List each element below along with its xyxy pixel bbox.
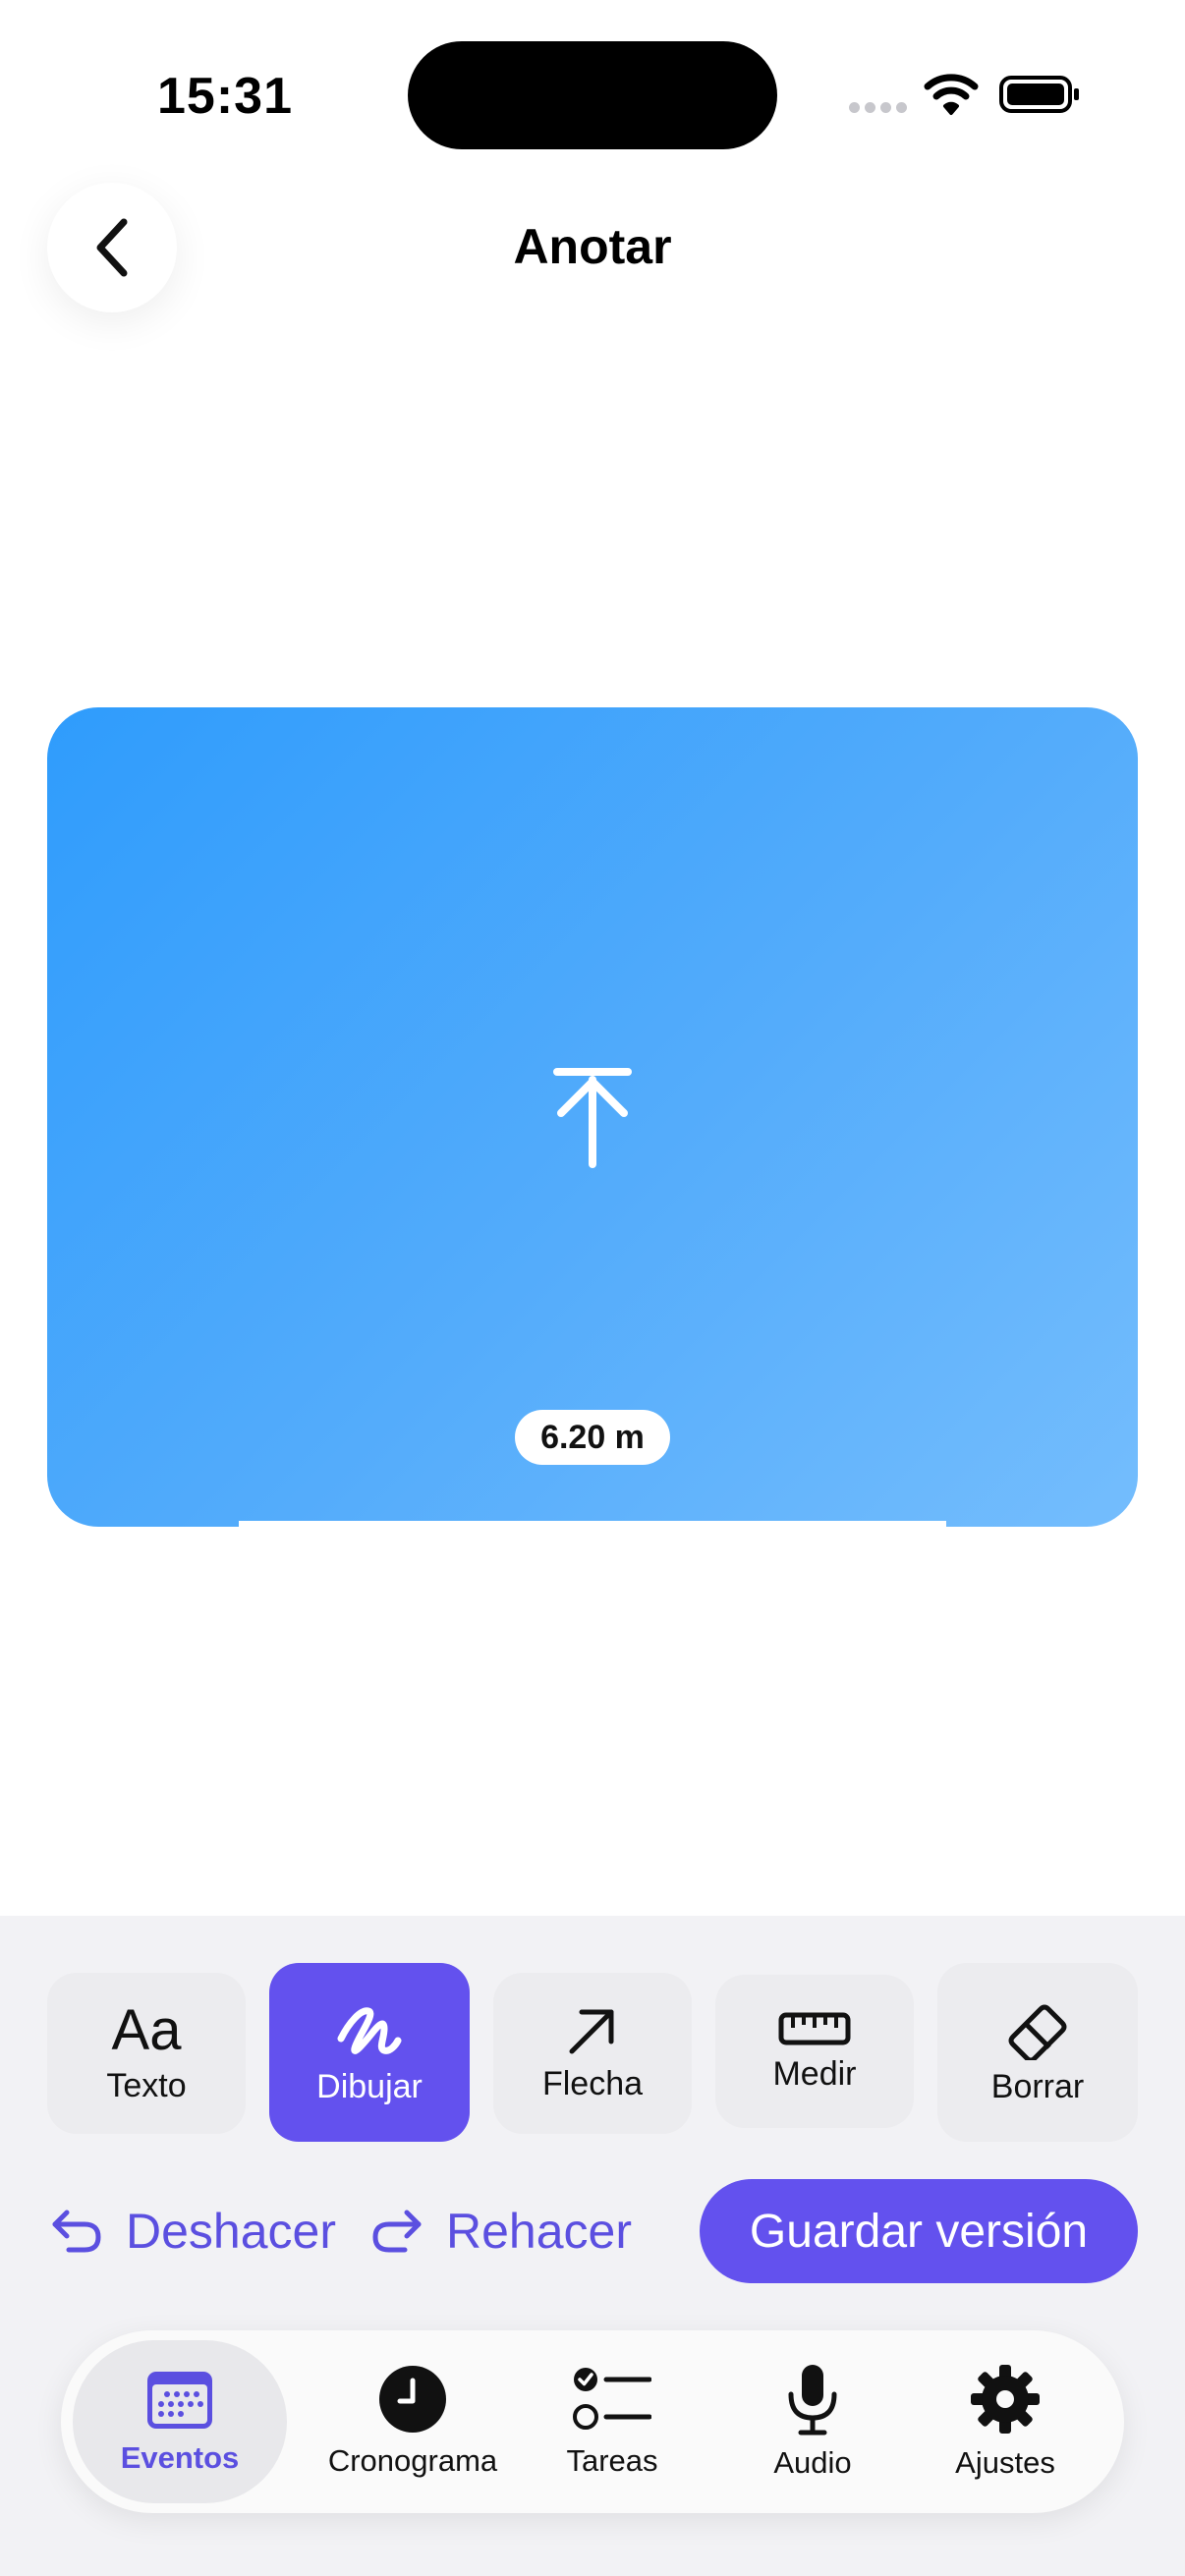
canvas-floor-line: [239, 1521, 946, 1527]
tab-bar: Eventos Cronograma Tareas Audio Ajustes: [61, 2330, 1124, 2513]
text-aa-icon: Aa: [111, 1997, 182, 2062]
tool-draw[interactable]: Dibujar: [269, 1963, 470, 2142]
tool-measure[interactable]: Medir: [715, 1975, 914, 2128]
tab-label: Audio: [773, 2445, 852, 2480]
microphone-icon: [788, 2365, 837, 2436]
tab-label: Ajustes: [955, 2445, 1055, 2480]
tab-eventos[interactable]: Eventos: [73, 2340, 287, 2503]
tool-text[interactable]: Aa Texto: [47, 1973, 246, 2134]
calendar-icon: [147, 2372, 212, 2429]
redo-icon: [372, 2210, 422, 2253]
arrow-up-right-icon: [569, 2009, 614, 2053]
dynamic-island: [408, 41, 777, 149]
cellular-signal-icon: [849, 102, 908, 116]
wifi-icon: [924, 74, 979, 115]
page-title: Anotar: [513, 219, 672, 274]
status-time: 15:31: [157, 68, 293, 125]
tab-ajustes[interactable]: Ajustes: [931, 2340, 1079, 2503]
annotation-canvas[interactable]: 6.20 m: [47, 707, 1138, 1527]
undo-button[interactable]: Deshacer: [51, 2197, 336, 2266]
tool-arrow[interactable]: Flecha: [493, 1973, 692, 2134]
tool-label: Texto: [106, 2066, 187, 2104]
checklist-icon: [573, 2368, 651, 2430]
upload-arrow-icon: [553, 1068, 632, 1168]
undo-icon: [52, 2210, 101, 2253]
tab-label: Tareas: [566, 2443, 658, 2478]
tool-label: Dibujar: [316, 2067, 423, 2105]
gear-icon: [971, 2365, 1040, 2434]
save-version-button[interactable]: Guardar versión: [700, 2179, 1138, 2283]
tab-cronograma[interactable]: Cronograma: [303, 2340, 523, 2503]
measurement-label: 6.20 m: [515, 1410, 670, 1465]
ruler-icon: [778, 2012, 851, 2044]
redo-button[interactable]: Rehacer: [371, 2197, 632, 2266]
redo-label: Rehacer: [446, 2204, 632, 2259]
scribble-icon: [337, 2006, 402, 2054]
battery-icon: [999, 76, 1079, 113]
tab-tareas[interactable]: Tareas: [538, 2340, 686, 2503]
tab-label: Eventos: [120, 2440, 240, 2475]
undo-label: Deshacer: [126, 2204, 336, 2259]
clock-icon: [379, 2366, 446, 2433]
tab-label: Cronograma: [327, 2443, 498, 2478]
tab-audio[interactable]: Audio: [749, 2340, 876, 2503]
tool-erase[interactable]: Borrar: [937, 1963, 1138, 2142]
tool-label: Borrar: [990, 2067, 1085, 2105]
tool-label: Flecha: [541, 2064, 644, 2102]
eraser-icon: [1008, 2004, 1067, 2060]
tool-label: Medir: [772, 2054, 857, 2093]
